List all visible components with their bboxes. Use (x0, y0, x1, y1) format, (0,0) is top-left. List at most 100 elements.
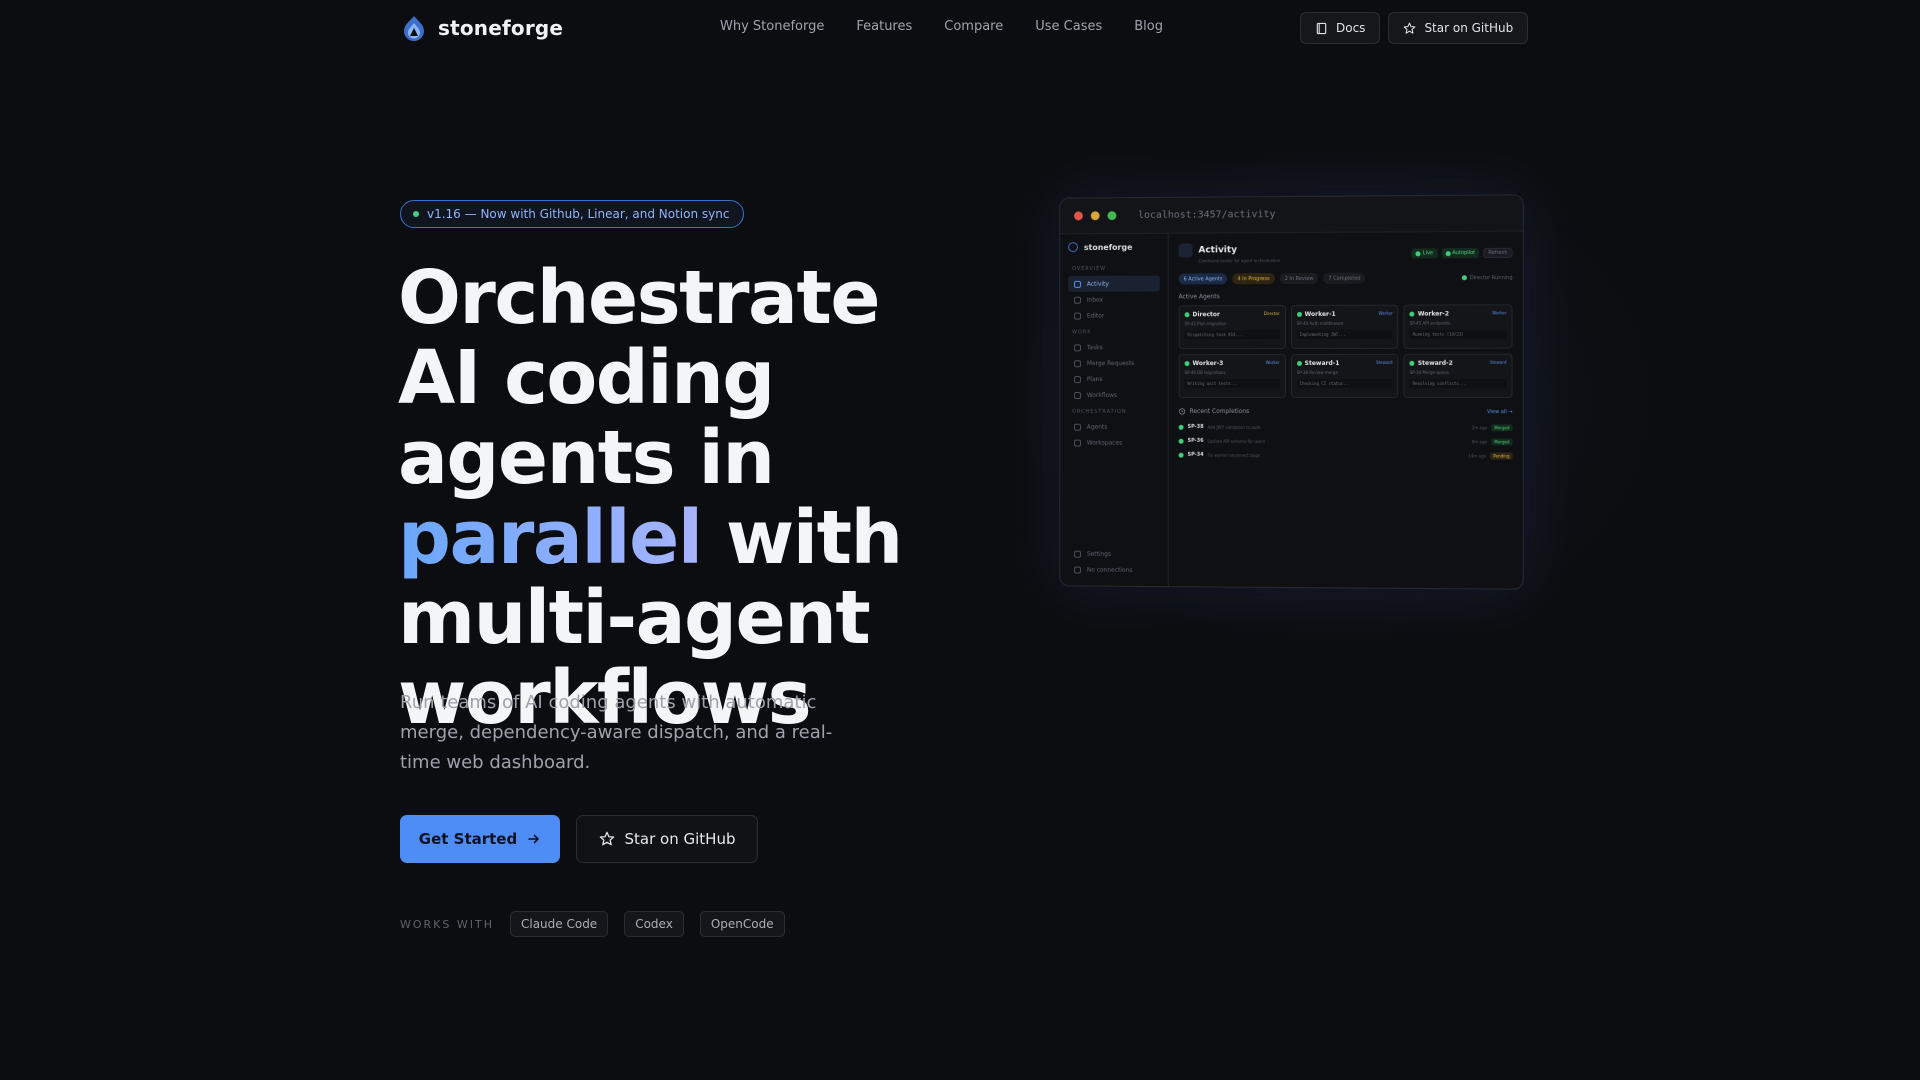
agent-task: SP-38 Review merge (1296, 369, 1338, 375)
plans-icon (1074, 375, 1081, 383)
agent-name-text: Director (1192, 311, 1220, 319)
completion-row: SP-34 Fix worker reconnect bugs 14m ago Pen… (1178, 448, 1513, 463)
director-status: Director Running (1461, 275, 1513, 281)
agent-status-dot (1409, 360, 1415, 366)
hero-github-button[interactable]: Star on GitHub (576, 815, 758, 863)
activity-tabs: 6 Active Agents 4 In Progress 2 In Revie… (1178, 272, 1513, 285)
agent-task: SP-46 DB migrations (1184, 370, 1226, 376)
docs-button[interactable]: Docs (1300, 12, 1381, 44)
completion-time: 2m ago (1471, 424, 1488, 430)
recent-completions-label: Recent Completions (1189, 407, 1250, 415)
agent-task: SP-34 Merge queue (1409, 369, 1450, 375)
completion-time: 14m ago (1468, 452, 1487, 458)
recent-completions-header: Recent Completions View all → (1179, 408, 1513, 415)
nav-link-compare[interactable]: Compare (944, 19, 1003, 34)
nav-link-blog[interactable]: Blog (1134, 19, 1163, 34)
headline-accent: parallel (398, 495, 703, 581)
completion-id: SP-38 (1187, 423, 1204, 430)
headline-part-1: Orchestrate AI coding agents in (398, 255, 881, 501)
agent-card: Worker-1 Worker SP-40 Auth middleware Imple… (1290, 304, 1399, 349)
completion-desc: Add JWT validation to auth (1207, 424, 1261, 430)
director-dot (1461, 275, 1467, 281)
docs-label: Docs (1336, 21, 1366, 35)
agent-status-dot (1409, 311, 1415, 317)
autopilot-pill: Autopilot (1441, 247, 1480, 259)
agent-status-dot (1184, 312, 1190, 318)
tasks-icon (1074, 343, 1081, 351)
sidebar-section-orchestration: ORCHESTRATION (1072, 408, 1127, 415)
completion-status: Merged (1491, 437, 1513, 445)
agent-task: SP-40 Auth middleware (1296, 320, 1344, 326)
sidebar-item-label: No connections (1086, 566, 1133, 574)
agent-task: SP-45 API endpoints (1409, 320, 1451, 326)
agent-log: Resolving conflicts... (1409, 378, 1507, 388)
refresh-label: Refresh (1488, 249, 1508, 256)
completion-desc: Fix worker reconnect bugs (1207, 452, 1260, 458)
star-icon (599, 831, 614, 846)
sidebar-item-label: Activity (1086, 280, 1109, 288)
agent-role: Steward (1489, 359, 1507, 365)
agent-card: Director Director SP-42 Plan migration Disp… (1178, 305, 1286, 350)
nav-link-use-cases[interactable]: Use Cases (1035, 19, 1102, 34)
github-star-button[interactable]: Star on GitHub (1388, 12, 1529, 44)
version-badge[interactable]: v1.16 — Now with Github, Linear, and Not… (400, 200, 745, 228)
active-agents-label: Active Agents (1178, 293, 1220, 301)
get-started-button[interactable]: Get Started (400, 815, 560, 863)
nav-link-why[interactable]: Why Stoneforge (720, 19, 824, 34)
activity-icon (1074, 280, 1081, 288)
sidebar-item-tasks: Tasks (1068, 339, 1160, 355)
github-star-label: Star on GitHub (1424, 21, 1514, 35)
window-body: stoneforge OVERVIEW Activity Inbox Edito… (1060, 232, 1522, 590)
recent-completions-list: SP-38 Add JWT validation to auth 2m ago Mer… (1178, 420, 1513, 463)
preview-logo-icon (1068, 242, 1078, 253)
hero-headline: Orchestrate AI coding agents in parallel… (398, 258, 958, 738)
refresh-pill: Refresh (1483, 247, 1513, 259)
tab-in-progress: 4 In Progress (1232, 273, 1275, 285)
agent-log: Dispatching task #14... (1184, 330, 1280, 340)
tab-in-review: 2 In Review (1279, 272, 1319, 285)
book-icon (1316, 22, 1327, 34)
settings-icon (1074, 550, 1081, 558)
inbox-icon (1074, 296, 1081, 304)
works-with-codex[interactable]: Codex (624, 911, 684, 937)
works-with-claude-code[interactable]: Claude Code (509, 911, 609, 937)
agent-log: Writing unit tests... (1184, 379, 1280, 389)
agent-log: Implementing JWT... (1296, 329, 1393, 339)
window-url: localhost:3457/activity (1138, 209, 1276, 221)
recent-completions-title: Recent Completions (1179, 407, 1250, 415)
sidebar-item-label: Settings (1086, 550, 1112, 558)
agents-icon (1074, 423, 1081, 431)
sidebar-item-label: Tasks (1086, 343, 1103, 351)
live-pill: Live (1411, 248, 1438, 259)
dashboard-preview: localhost:3457/activity stoneforge OVERV… (1059, 194, 1524, 590)
preview-brand-name: stoneforge (1083, 242, 1133, 252)
sidebar-section-overview: OVERVIEW (1072, 265, 1107, 272)
preview-sidebar: stoneforge OVERVIEW Activity Inbox Edito… (1060, 233, 1169, 589)
maximize-dot (1107, 211, 1117, 221)
workflows-icon (1074, 391, 1081, 399)
completion-time: 8m ago (1471, 438, 1488, 444)
nav-link-features[interactable]: Features (856, 19, 912, 34)
agents-grid: Director Director SP-42 Plan migration Disp… (1178, 304, 1513, 399)
agent-status-dot (1184, 361, 1190, 367)
hero-subtitle: Run teams of AI coding agents with autom… (400, 692, 833, 773)
arrow-right-icon (528, 834, 540, 844)
completion-id: SP-34 (1187, 451, 1204, 458)
agent-role: Steward (1376, 359, 1393, 365)
sidebar-item-merge-requests: Merge Requests (1068, 355, 1160, 371)
top-nav: stoneforge Why Stoneforge Features Compa… (0, 0, 1920, 56)
sidebar-item-label: Editor (1086, 312, 1105, 320)
minimize-dot (1090, 211, 1100, 221)
activity-title: Activity (1198, 245, 1237, 256)
tab-completed: 7 Completed (1323, 272, 1366, 284)
nav-links: Why Stoneforge Features Compare Use Case… (720, 19, 1163, 34)
brand-name: stoneforge (438, 16, 564, 40)
autopilot-label: Autopilot (1452, 250, 1476, 257)
get-started-label: Get Started (418, 830, 518, 848)
autopilot-dot (1445, 250, 1451, 256)
sidebar-item-connections: No connections (1068, 562, 1132, 578)
activity-pulse-icon (1178, 243, 1193, 258)
agent-name-text: Worker-2 (1417, 310, 1450, 318)
brand-logo[interactable]: stoneforge (400, 14, 563, 42)
works-with-opencode[interactable]: OpenCode (699, 911, 785, 937)
